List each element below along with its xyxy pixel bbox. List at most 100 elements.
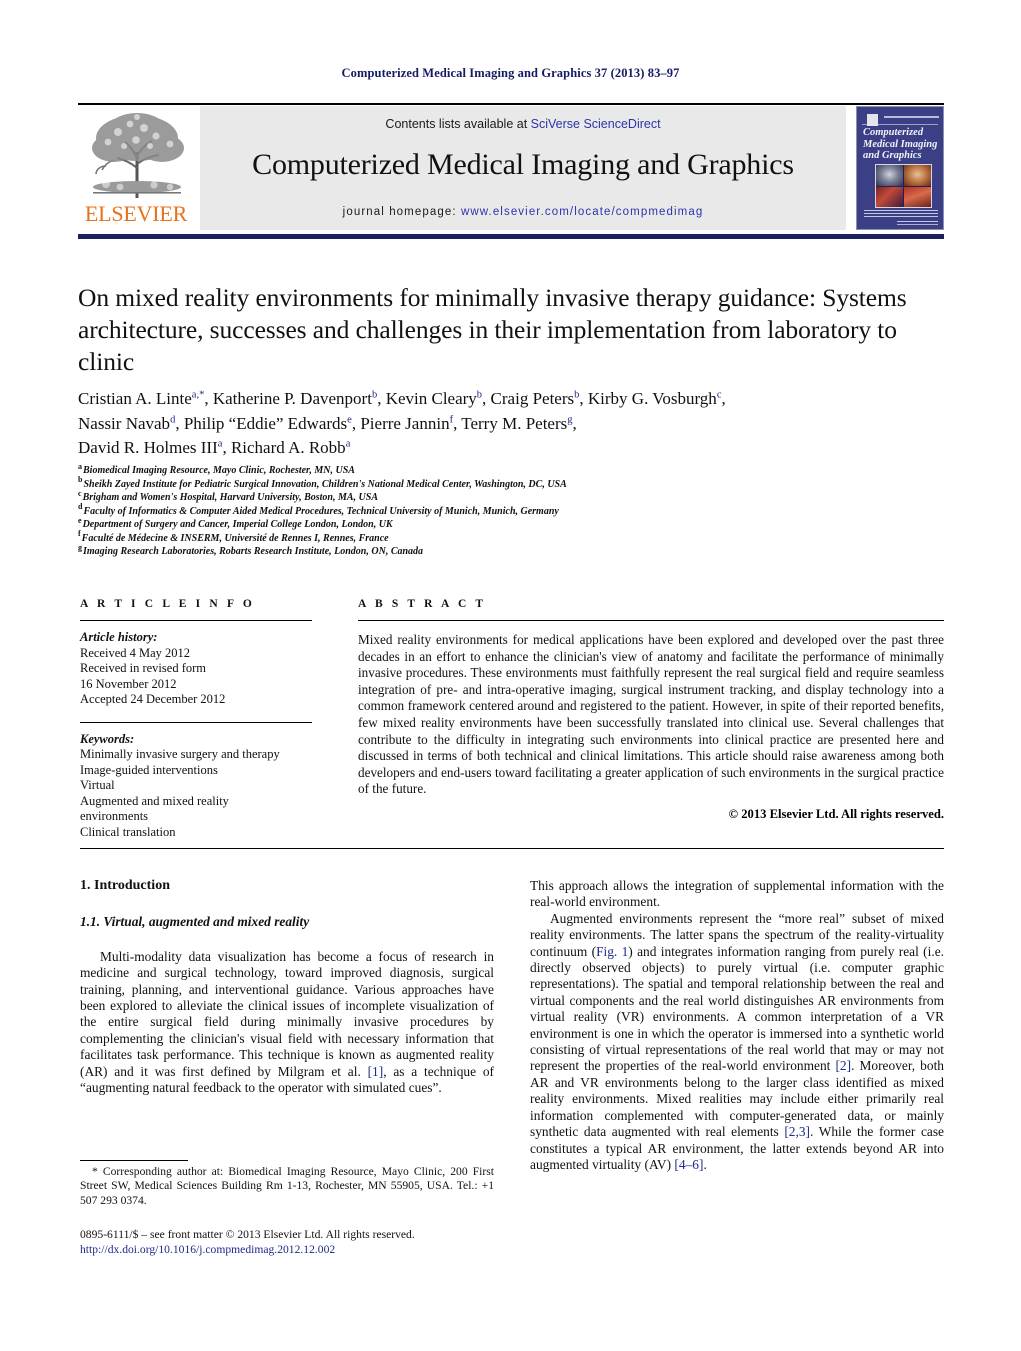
journal-homepage-line: journal homepage: www.elsevier.com/locat… [200, 206, 846, 218]
masthead-center-panel: Contents lists available at SciVerse Sci… [200, 106, 846, 230]
abstract-column: A B S T R A C T Mixed reality environmen… [358, 598, 944, 822]
author-11: , Richard A. Robb [222, 438, 346, 457]
history-item: Accepted 24 December 2012 [80, 692, 226, 706]
page-title: On mixed reality environments for minima… [78, 283, 907, 376]
body-column-right: This approach allows the integration of … [530, 878, 944, 1173]
affiliation-mark: d [78, 502, 83, 512]
affiliation-item: eDepartment of Surgery and Cancer, Imper… [78, 515, 944, 532]
citation-link-4-6[interactable]: [4–6] [674, 1157, 703, 1172]
issn-front-matter: 0895-6111/$ – see front matter © 2013 El… [80, 1228, 415, 1241]
author-9: , Terry M. Peters [453, 413, 568, 433]
body-text-part: Multi-modality data visualization has be… [80, 948, 494, 1079]
cover-title-text: Computerized Medical Imaging and Graphic… [863, 127, 938, 161]
keyword-item: environments [80, 809, 149, 823]
issn-copyright-block: 0895-6111/$ – see front matter © 2013 El… [80, 1228, 510, 1257]
cover-image-1 [876, 165, 903, 186]
contents-list-line: Contents lists available at SciVerse Sci… [200, 117, 846, 131]
citation-link-2-3[interactable]: [2,3] [784, 1124, 810, 1139]
subsection-heading-virtual-augmented-mixed-reality: 1.1. Virtual, augmented and mixed realit… [80, 914, 310, 930]
running-head: Computerized Medical Imaging and Graphic… [341, 66, 680, 80]
affiliation-mark: e [78, 515, 82, 525]
homepage-url-link[interactable]: www.elsevier.com/locate/compmedimag [461, 206, 703, 218]
elsevier-logo: ELSEVIER [78, 106, 194, 230]
author-8: , Pierre Jannin [351, 413, 450, 433]
history-item: 16 November 2012 [80, 676, 177, 691]
article-history-label: Article history: [80, 630, 158, 644]
citation-link-1[interactable]: [1] [368, 1064, 384, 1079]
body-paragraph: This approach allows the integration of … [530, 878, 944, 910]
author-2: , Katherine P. Davenport [204, 389, 372, 408]
homepage-prefix: journal homepage: [342, 206, 461, 218]
author-1-affil-mark[interactable]: a,* [192, 389, 205, 401]
corresponding-author-text: * Corresponding author at: Biomedical Im… [80, 1165, 494, 1207]
affiliation-text: Brigham and Women's Hospital, Harvard Un… [82, 492, 378, 503]
cover-image-4 [904, 186, 931, 207]
body-text-part: . [703, 1156, 707, 1172]
abstract-rule [358, 620, 944, 621]
cover-caption-lines [864, 210, 938, 211]
article-info-rule [80, 620, 312, 621]
cover-image-grid [875, 164, 932, 208]
affiliation-item: bSheikh Zayed Institute for Pediatric Su… [78, 475, 944, 492]
author-10: David R. Holmes III [78, 438, 218, 457]
history-item: Received in revised form [80, 661, 206, 675]
cover-footer-lines [897, 221, 938, 222]
author-6: Nassir Navab [78, 413, 171, 433]
abstract-text: Mixed reality environments for medical a… [358, 632, 944, 797]
keywords-label: Keywords: [80, 731, 135, 746]
contents-prefix: Contents lists available at [385, 117, 531, 131]
keyword-item: Augmented and mixed reality [80, 793, 229, 808]
journal-cover-thumbnail[interactable]: Computerized Medical Imaging and Graphic… [856, 106, 944, 230]
abstract-heading: A B S T R A C T [358, 598, 487, 610]
article-history-block: Article history: Received 4 May 2012 Rec… [80, 630, 312, 708]
author-1: Cristian A. Linte [78, 389, 192, 408]
affiliation-item: dFaculty of Informatics & Computer Aided… [78, 502, 944, 519]
article-first-page: Computerized Medical Imaging and Graphic… [0, 0, 1021, 1351]
body-paragraph: Multi-modality data visualization has be… [80, 949, 494, 1097]
author-11-affil-mark: a [345, 438, 351, 450]
affiliation-text: Imaging Research Laboratories, Robarts R… [83, 546, 424, 557]
affiliation-item: aBiomedical Imaging Resource, Mayo Clini… [78, 461, 944, 478]
author-4: , Craig Peters [482, 389, 575, 408]
body-paragraph: Augmented environments represent the “mo… [530, 911, 944, 1174]
affiliation-mark: b [78, 475, 83, 485]
cover-image-3 [876, 186, 903, 207]
body-text-part: ) and integrates information ranging fro… [530, 943, 944, 1074]
affiliation-text: Faculty of Informatics & Computer Aided … [83, 505, 559, 517]
affiliation-text: Department of Surgery and Cancer, Imperi… [82, 519, 393, 530]
author-line1-sep: , [721, 389, 726, 408]
elsevier-wordmark: ELSEVIER [84, 201, 188, 226]
author-3: , Kevin Cleary [377, 389, 477, 408]
author-list: Cristian A. Lintea,*, Katherine P. Daven… [78, 387, 944, 461]
masthead-bottom-rule [78, 234, 944, 239]
corresponding-author-note: * Corresponding author at: Biomedical Im… [80, 1165, 494, 1208]
body-column-left: 1. Introduction 1.1. Virtual, augmented … [80, 878, 494, 1096]
affiliation-text: Biomedical Imaging Resource, Mayo Clinic… [83, 465, 355, 476]
cover-image-2 [904, 165, 931, 186]
masthead-top-rule [78, 103, 944, 105]
abstract-bottom-rule [80, 848, 944, 849]
author-7: , Philip “Eddie” Edwards [175, 413, 348, 433]
affiliation-mark: f [78, 529, 81, 539]
affiliation-list: aBiomedical Imaging Resource, Mayo Clini… [78, 461, 944, 559]
elsevier-tree-icon [84, 108, 190, 200]
author-line2-sep: , [572, 413, 577, 433]
figure-link-fig1[interactable]: Fig. 1 [596, 944, 628, 959]
keyword-item: Minimally invasive surgery and therapy [80, 747, 280, 761]
affiliation-mark: g [78, 542, 82, 552]
citation-link-2[interactable]: [2] [835, 1058, 851, 1073]
keyword-item: Clinical translation [80, 824, 176, 839]
affiliation-text: Sheikh Zayed Institute for Pediatric Sur… [83, 478, 567, 490]
sciencedirect-link[interactable]: SciVerse ScienceDirect [531, 117, 661, 131]
affiliation-text: Faculté de Médecine & INSERM, Université… [81, 532, 389, 544]
cover-issn-line [884, 116, 939, 118]
footnote-rule [80, 1160, 188, 1161]
author-5: , Kirby G. Vosburgh [579, 389, 717, 408]
cover-elsevier-mark-icon [867, 114, 878, 126]
article-info-column: A R T I C L E I N F O Article history: R… [80, 598, 312, 840]
section-heading-introduction: 1. Introduction [80, 878, 170, 893]
affiliation-mark: a [78, 461, 82, 471]
keywords-block: Keywords: Minimally invasive surgery and… [80, 732, 312, 841]
history-item: Received 4 May 2012 [80, 645, 191, 660]
doi-link[interactable]: http://dx.doi.org/10.1016/j.compmedimag.… [80, 1243, 510, 1258]
